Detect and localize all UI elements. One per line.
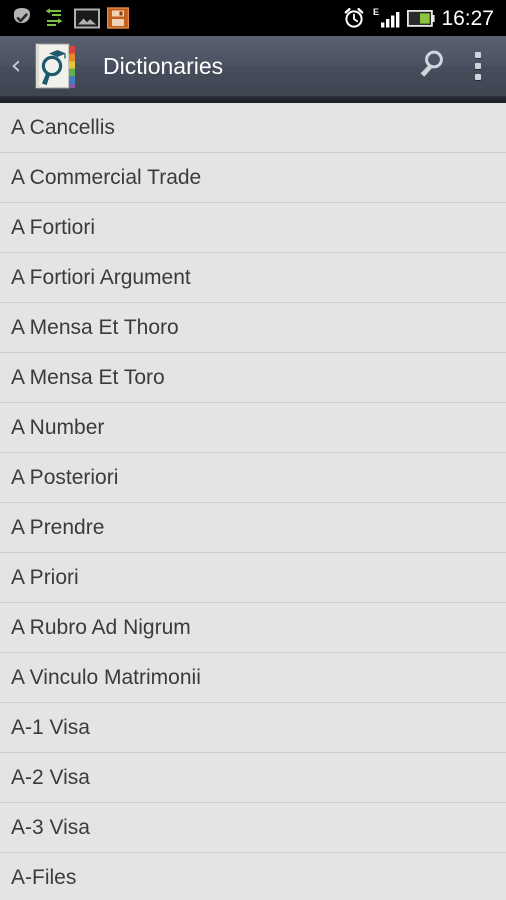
phone-screen: E 16:27 ‹ Dictionaries A Cancellis A Com… (0, 0, 506, 900)
overflow-dot-3 (475, 74, 481, 80)
check-badge-icon (10, 6, 34, 30)
list-item[interactable]: A Posteriori (0, 453, 506, 504)
overflow-dot-1 (475, 52, 481, 58)
list-item-label: A-2 Visa (11, 765, 90, 789)
status-bar-notifications (10, 6, 130, 30)
list-item[interactable]: A Mensa Et Thoro (0, 303, 506, 354)
status-bar-system: E 16:27 (343, 7, 494, 29)
battery-icon (407, 9, 436, 27)
list-item-label: A Posteriori (11, 465, 119, 489)
list-item[interactable]: A Rubro Ad Nigrum (0, 603, 506, 654)
overflow-menu-icon[interactable] (458, 36, 498, 96)
list-item[interactable]: A Mensa Et Toro (0, 353, 506, 404)
list-item[interactable]: A Number (0, 403, 506, 454)
list-item-label: A Vinculo Matrimonii (11, 665, 201, 689)
search-button[interactable] (402, 36, 458, 96)
list-item-label: A-3 Visa (11, 815, 90, 839)
list-item[interactable]: A Vinculo Matrimonii (0, 653, 506, 704)
list-item-label: A Mensa Et Thoro (11, 315, 179, 339)
overflow-dot-2 (475, 63, 481, 69)
list-item-label: A Number (11, 415, 105, 439)
list-item[interactable]: A Fortiori Argument (0, 253, 506, 304)
page-title: Dictionaries (103, 52, 224, 79)
save-floppy-icon (106, 7, 130, 29)
list-item-label: A Mensa Et Toro (11, 365, 165, 389)
status-bar: E 16:27 (0, 0, 506, 36)
back-button[interactable]: ‹ (0, 36, 32, 96)
list-item[interactable]: A-1 Visa (0, 703, 506, 754)
svg-text:E: E (373, 7, 379, 17)
action-bar: ‹ Dictionaries (0, 36, 506, 103)
status-bar-clock: 16:27 (441, 6, 494, 30)
list-item[interactable]: A-3 Visa (0, 803, 506, 854)
list-item-label: A Cancellis (11, 115, 115, 139)
list-item-label: A Commercial Trade (11, 165, 202, 189)
list-item[interactable]: A Cancellis (0, 103, 506, 154)
alarm-clock-icon (343, 7, 365, 29)
gallery-image-icon (74, 8, 100, 29)
list-item-label: A Rubro Ad Nigrum (11, 615, 191, 639)
search-icon (413, 47, 447, 86)
list-item-label: A Prendre (11, 515, 105, 539)
dictionary-book-icon[interactable] (34, 41, 78, 91)
list-item[interactable]: A-2 Visa (0, 753, 506, 804)
list-item-label: A-1 Visa (11, 715, 90, 739)
list-item-label: A Priori (11, 565, 79, 589)
list-item-label: A-Files (11, 865, 77, 889)
list-item-label: A Fortiori Argument (11, 265, 191, 289)
list-item[interactable]: A-Files (0, 853, 506, 900)
list-item[interactable]: A Prendre (0, 503, 506, 554)
chevron-left-icon: ‹ (10, 49, 22, 81)
sync-transfer-icon (43, 7, 65, 29)
signal-bars-icon: E (373, 7, 400, 29)
list-item[interactable]: A Fortiori (0, 203, 506, 254)
list-item[interactable]: A Priori (0, 553, 506, 604)
list-item[interactable]: A Commercial Trade (0, 153, 506, 204)
list-item-label: A Fortiori (11, 215, 96, 239)
dictionary-term-list[interactable]: A Cancellis A Commercial Trade A Fortiori A… (0, 103, 506, 900)
